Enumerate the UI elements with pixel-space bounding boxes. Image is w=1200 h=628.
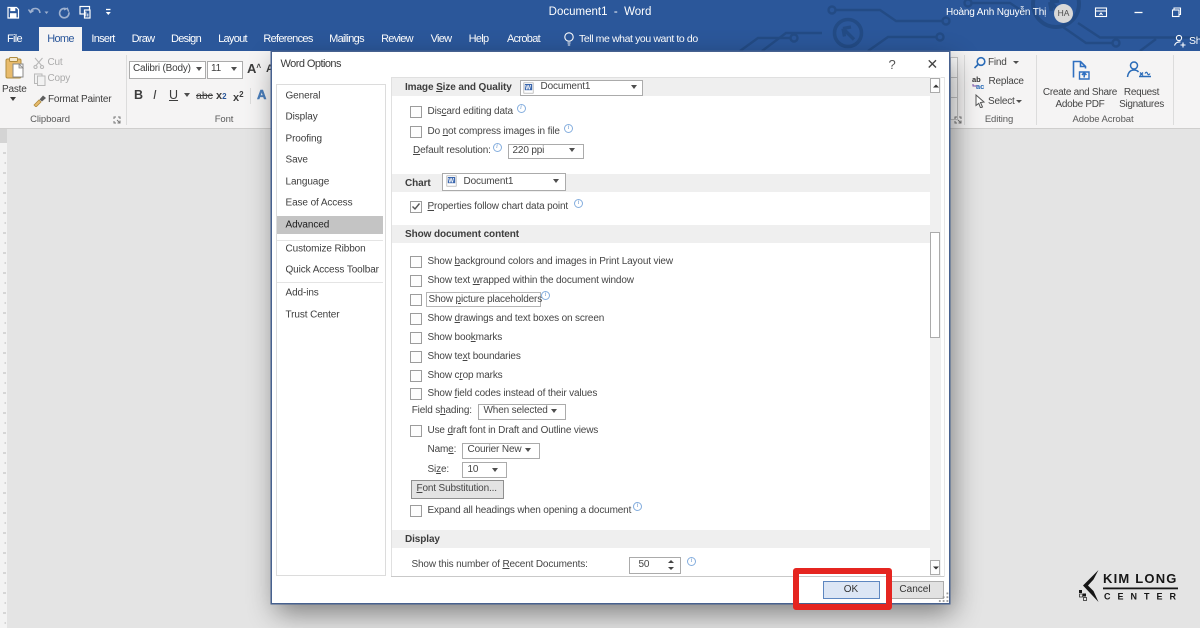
svg-text:KIM LONG: KIM LONG [1103, 571, 1178, 586]
svg-text:CENTER: CENTER [1104, 592, 1183, 602]
svg-text:W: W [525, 85, 531, 91]
svg-text:W: W [448, 178, 454, 184]
svg-text:ac: ac [976, 82, 984, 90]
